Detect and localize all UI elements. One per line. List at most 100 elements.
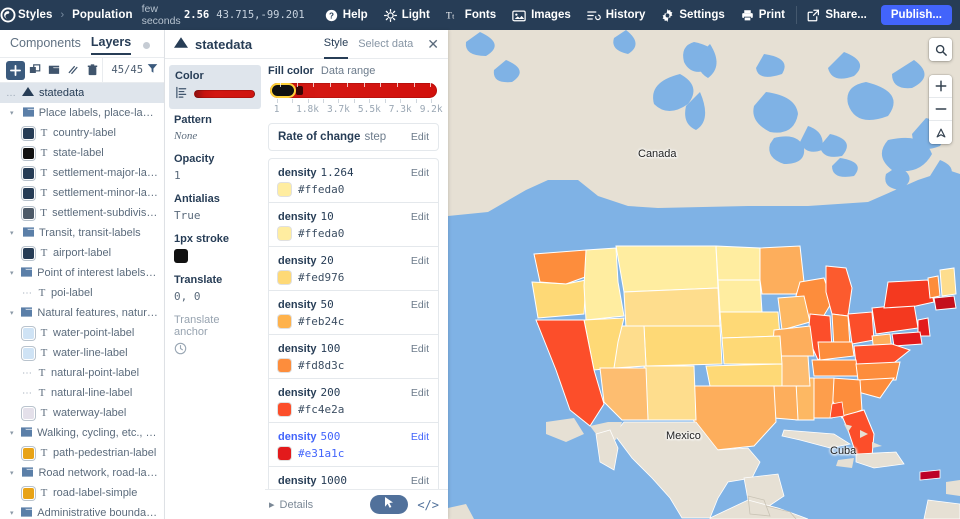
layer-row[interactable]: Tsettlement-major-label [0, 163, 164, 183]
map-zoom-controls[interactable] [929, 75, 952, 144]
search-icon[interactable] [929, 38, 952, 61]
layer-row[interactable]: Tairport-label [0, 243, 164, 263]
color-stop-row[interactable]: density 500 Edit #e31a1c [268, 423, 439, 467]
layer-row[interactable]: Troad-label-simple [0, 483, 164, 503]
stop-edit-button[interactable]: Edit [411, 211, 429, 223]
property-translate-anchor[interactable]: Translate anchor [165, 309, 265, 364]
data-range-slider[interactable]: 1 1.8k 3.7k 5.5k 7.3k 9.2k [268, 82, 443, 119]
color-stop-row[interactable]: density 50 Edit #feb24c [268, 291, 439, 335]
rate-of-change-edit-button[interactable]: Edit [411, 131, 429, 143]
zoom-in-icon[interactable] [929, 75, 952, 98]
layer-color-swatch[interactable]: ⋯ [22, 368, 33, 379]
compass-icon[interactable] [929, 121, 952, 144]
delete-layer-button[interactable] [83, 60, 102, 80]
range-handle-second[interactable] [296, 86, 303, 95]
layer-row[interactable]: ⋯ Tnatural-line-label [0, 383, 164, 403]
breadcrumb-styles[interactable]: Styles [16, 9, 54, 21]
stop-edit-button[interactable]: Edit [411, 431, 429, 443]
color-stop-row[interactable]: density 10 Edit #ffeda0 [268, 203, 439, 247]
chevron-down-icon[interactable]: ▾ [10, 429, 16, 437]
layer-group-row[interactable]: ▾ Road network, road-labels [0, 463, 164, 483]
range-handle-min[interactable] [272, 85, 294, 96]
layer-color-swatch[interactable] [23, 487, 34, 499]
property-pattern[interactable]: Pattern None [165, 109, 265, 148]
layer-row[interactable]: Tstate-label [0, 143, 164, 163]
property-color[interactable]: Color [169, 65, 261, 109]
color-stops-list[interactable]: density 1.264 Edit #ffeda0 density 10 Edit #ffe… [268, 158, 439, 519]
layer-menu-icon[interactable]: … [6, 88, 17, 99]
share-button[interactable]: Share... [799, 0, 875, 30]
mapbox-logo-icon[interactable] [0, 0, 16, 30]
tab-select-data[interactable]: Select data [358, 30, 413, 58]
layer-row[interactable]: Tpath-pedestrian-label [0, 443, 164, 463]
stop-edit-button[interactable]: Edit [411, 475, 429, 487]
rate-of-change-card[interactable]: Rate of change step Edit [268, 123, 439, 151]
layer-row[interactable]: Twaterway-label [0, 403, 164, 423]
layer-row[interactable]: Twater-line-label [0, 343, 164, 363]
stop-color-swatch[interactable] [278, 271, 291, 284]
layer-color-swatch[interactable]: ⋯ [22, 288, 33, 299]
layer-color-swatch[interactable] [23, 347, 34, 359]
layer-color-swatch[interactable]: ⋯ [22, 388, 33, 399]
chevron-down-icon[interactable]: ▾ [10, 269, 16, 277]
filter-icon[interactable] [147, 63, 158, 77]
chevron-down-icon[interactable]: ▾ [10, 509, 16, 517]
layer-color-swatch[interactable] [23, 187, 34, 199]
settings-button[interactable]: Settings [653, 0, 732, 30]
color-ramp-preview[interactable] [194, 90, 255, 98]
details-toggle[interactable]: ▸ Details [269, 498, 313, 512]
add-layer-button[interactable] [6, 60, 26, 80]
code-icon[interactable]: </> [417, 498, 439, 512]
chevron-down-icon[interactable]: ▾ [10, 229, 18, 237]
stop-color-swatch[interactable] [278, 359, 291, 372]
print-button[interactable]: Print [733, 0, 793, 30]
chevron-down-icon[interactable]: ▾ [10, 309, 16, 317]
tab-components[interactable]: Components [10, 36, 81, 54]
color-stop-row[interactable]: density 1.264 Edit #ffeda0 [268, 158, 439, 203]
layer-group-row[interactable]: ▾ Point of interest labels, poi-lab... [0, 263, 164, 283]
property-opacity[interactable]: Opacity 1 [165, 148, 265, 188]
layer-color-swatch[interactable] [23, 167, 34, 179]
layer-color-swatch[interactable] [23, 207, 34, 219]
layer-group-row[interactable]: ▾ Transit, transit-labels [0, 223, 164, 243]
map-canvas[interactable]: CanadaMexicoCubaGuatemalaNicaragua [448, 30, 960, 519]
property-antialias[interactable]: Antialias True [165, 188, 265, 228]
stop-color-swatch[interactable] [278, 447, 291, 460]
images-button[interactable]: Images [504, 0, 579, 30]
zoom-out-icon[interactable] [929, 98, 952, 121]
light-preset-button[interactable]: Light [376, 0, 438, 30]
layer-row[interactable]: ⋯ Tnatural-point-label [0, 363, 164, 383]
cursor-mode-toggle[interactable] [370, 495, 409, 514]
layer-list[interactable]: … statedata ▾ Place labels, place-labels Tco… [0, 83, 164, 519]
layer-row[interactable]: Tsettlement-subdivision... [0, 203, 164, 223]
layer-color-swatch[interactable] [23, 327, 34, 339]
data-range-label[interactable]: Data range [321, 65, 375, 77]
layer-color-swatch[interactable] [23, 147, 34, 159]
history-button[interactable]: History [579, 0, 654, 30]
stop-color-swatch[interactable] [278, 403, 291, 416]
data-range-bar[interactable] [270, 82, 437, 98]
fonts-button[interactable]: Tt Fonts [438, 0, 504, 30]
stroke-color-swatch[interactable] [174, 249, 188, 263]
chevron-down-icon[interactable]: ▾ [10, 469, 17, 477]
layer-group-row[interactable]: ▾ Place labels, place-labels [0, 103, 164, 123]
layer-group-row[interactable]: ▾ Walking, cycling, etc., walking-... [0, 423, 164, 443]
layer-color-swatch[interactable] [23, 127, 34, 139]
layer-row[interactable]: Twater-point-label [0, 323, 164, 343]
layer-group-row[interactable]: ▾ Natural features, natural-labels [0, 303, 164, 323]
stop-edit-button[interactable]: Edit [411, 343, 429, 355]
map-search-control[interactable] [929, 38, 952, 61]
tab-style[interactable]: Style [323, 30, 349, 59]
layer-row[interactable]: ⋯ Tpoi-label [0, 283, 164, 303]
close-icon[interactable]: ✕ [427, 36, 439, 53]
group-layers-button[interactable] [45, 60, 64, 80]
color-stop-row[interactable]: density 20 Edit #fed976 [268, 247, 439, 291]
chevron-down-icon[interactable]: ▾ [10, 109, 18, 117]
stop-edit-button[interactable]: Edit [411, 387, 429, 399]
layer-row[interactable]: Tsettlement-minor-label [0, 183, 164, 203]
layer-row[interactable]: Tcountry-label [0, 123, 164, 143]
color-stop-row[interactable]: density 200 Edit #fc4e2a [268, 379, 439, 423]
stop-edit-button[interactable]: Edit [411, 167, 429, 179]
property-stroke[interactable]: 1px stroke [165, 228, 265, 269]
help-button[interactable]: ? Help [317, 0, 376, 30]
